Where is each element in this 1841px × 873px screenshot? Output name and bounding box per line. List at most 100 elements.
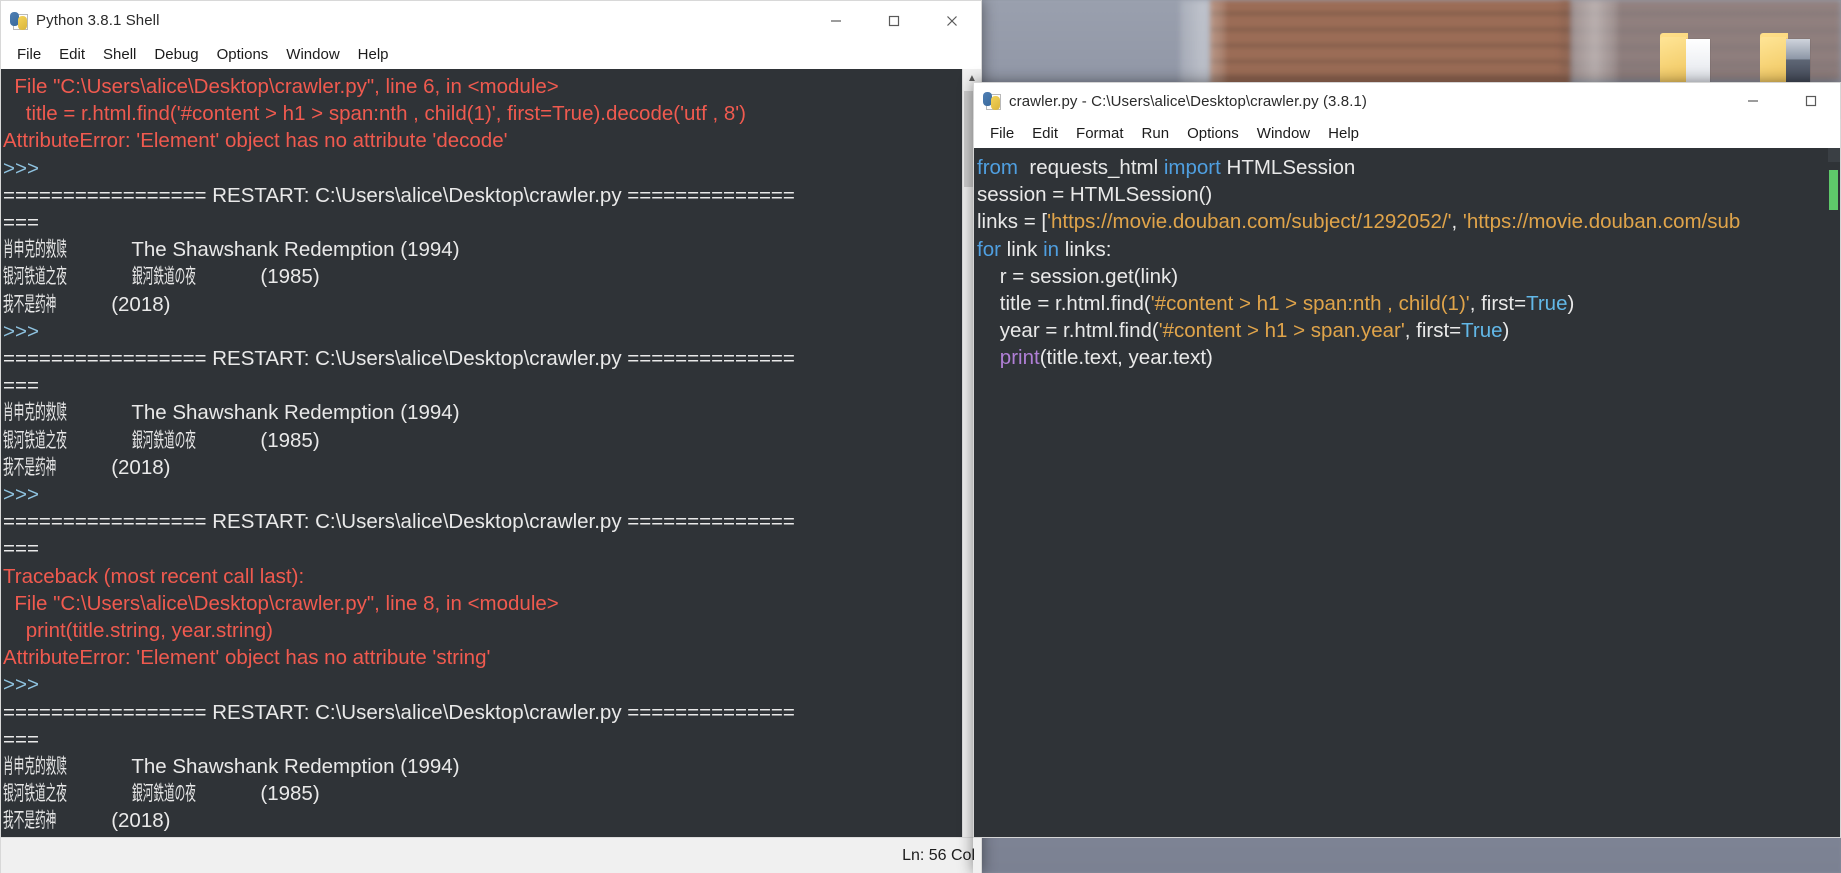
code-token: links: <box>1059 237 1112 261</box>
console-line: 银河铁道之夜 銀河鉄道の夜 (1985) <box>3 263 963 290</box>
shell-menu-edit[interactable]: Edit <box>50 43 94 66</box>
code-token: session = HTMLSession() <box>977 183 1213 207</box>
console-line: print(title.string, year.string) <box>3 619 274 643</box>
editor-menu-edit[interactable]: Edit <box>1023 122 1067 145</box>
code-line: year = r.html.find('#content > h1 > span… <box>977 317 1828 344</box>
brick-wall <box>1210 0 1570 92</box>
cjk-title: 肖申克的救赎 <box>3 237 67 262</box>
code-token: 'https://movie.douban.com/subject/129205… <box>1047 210 1452 234</box>
shell-title: Python 3.8.1 Shell <box>36 12 160 29</box>
console-line: === <box>3 537 39 561</box>
maximize-button[interactable] <box>865 1 923 40</box>
cjk-title-alt: 銀河鉄道の夜 <box>131 427 196 452</box>
latin-title: (2018) <box>105 292 171 316</box>
shell-menu-window[interactable]: Window <box>277 43 348 66</box>
maximize-button[interactable] <box>1782 83 1840 119</box>
cjk-title: 银河铁道之夜 <box>3 781 67 806</box>
console-line: title = r.html.find('#content > h1 > spa… <box>3 102 747 126</box>
code-token: links = [ <box>977 210 1048 234</box>
cjk-title: 银河铁道之夜 <box>3 427 67 452</box>
shell-menu-debug[interactable]: Debug <box>145 43 207 66</box>
latin-title: The Shawshank Redemption (1994) <box>126 401 460 425</box>
editor-source-text: from requests_html import HTMLSession ses… <box>974 148 1828 837</box>
minimize-button[interactable] <box>807 1 865 40</box>
editor-menu-format[interactable]: Format <box>1067 122 1133 145</box>
code-token: title = r.html.find( <box>977 292 1151 316</box>
folder-photo-preview <box>1782 39 1810 87</box>
code-line: print(title.text, year.text) <box>977 344 1828 371</box>
console-line: >>> <box>3 483 45 507</box>
editor-menu-help[interactable]: Help <box>1319 122 1368 145</box>
console-line: 肖申克的救赎 The Shawshank Redemption (1994) <box>3 236 963 263</box>
scroll-up-arrow[interactable] <box>1828 148 1840 162</box>
cjk-title: 我不是药神 <box>3 454 57 479</box>
editor-menu-options[interactable]: Options <box>1178 122 1248 145</box>
editor-menu-window[interactable]: Window <box>1248 122 1319 145</box>
cjk-title: 肖申克的救赎 <box>3 400 67 425</box>
code-token: import <box>1163 156 1221 179</box>
console-line: File "C:\Users\alice\Desktop\crawler.py"… <box>3 75 559 98</box>
console-line: >>> <box>3 319 45 343</box>
editor-window-controls <box>1724 83 1840 119</box>
latin-title: (1985) <box>254 428 320 452</box>
console-line: === <box>3 374 39 398</box>
folder-front <box>1660 37 1686 88</box>
screen: Python 3.8.1 Shell File Edit Shell Debug Opt… <box>0 0 1841 873</box>
editor-title: crawler.py - C:\Users\alice\Desktop\craw… <box>1009 92 1368 110</box>
close-button[interactable] <box>923 1 981 40</box>
console-line: AttributeError: 'Element' object has no … <box>3 646 491 670</box>
editor-code-area[interactable]: from requests_html import HTMLSession ses… <box>973 148 1841 838</box>
shell-menu-options[interactable]: Options <box>208 43 278 66</box>
shell-menu-help[interactable]: Help <box>349 43 398 66</box>
console-line: AttributeError: 'Element' object has no … <box>3 129 508 153</box>
desktop-folder-icon-2[interactable] <box>1760 30 1822 92</box>
latin-title: The Shawshank Redemption (1994) <box>126 755 460 779</box>
code-line: session = HTMLSession() <box>977 181 1828 208</box>
code-token: '#content > h1 > span:nth , child(1)' <box>1150 292 1470 316</box>
shell-output-text: File "C:\Users\alice\Desktop\crawler.py"… <box>1 69 963 837</box>
code-token: ) <box>1502 319 1510 343</box>
code-line: r = session.get(link) <box>977 263 1828 290</box>
shell-window-controls <box>807 1 981 40</box>
minimize-button[interactable] <box>1724 83 1782 119</box>
code-token: for <box>977 237 1001 261</box>
editor-vertical-scrollbar[interactable] <box>1828 148 1840 837</box>
python-idle-icon <box>10 11 28 30</box>
cjk-title-alt: 銀河鉄道の夜 <box>131 781 196 806</box>
console-line: 我不是药神 (2018) <box>3 454 963 481</box>
code-token: ) <box>1567 292 1575 316</box>
code-token: from <box>977 156 1024 179</box>
console-line: >>> <box>3 156 45 180</box>
latin-title: (2018) <box>105 809 171 833</box>
editor-menu-run[interactable]: Run <box>1133 122 1179 145</box>
console-line: === <box>3 727 39 751</box>
shell-titlebar[interactable]: Python 3.8.1 Shell <box>0 0 982 40</box>
console-line: Traceback (most recent call last): <box>3 564 305 588</box>
folder-front <box>1760 37 1786 88</box>
python-shell-window: Python 3.8.1 Shell File Edit Shell Debug Opt… <box>0 0 982 873</box>
folder-pages <box>1682 39 1710 87</box>
shell-console[interactable]: File "C:\Users\alice\Desktop\crawler.py"… <box>0 69 982 873</box>
shell-menu-shell[interactable]: Shell <box>94 43 145 66</box>
console-line: File "C:\Users\alice\Desktop\crawler.py"… <box>3 591 559 615</box>
scrollbar-thumb[interactable] <box>1829 170 1838 210</box>
code-token: , first= <box>1469 292 1527 316</box>
editor-menu-file[interactable]: File <box>981 122 1023 145</box>
shell-statusbar: Ln: 56 Col <box>1 837 981 873</box>
code-line: from requests_html import HTMLSession <box>977 154 1828 181</box>
code-token: HTMLSession <box>1220 156 1356 179</box>
console-line: === <box>3 211 39 235</box>
code-token: year = r.html.find( <box>977 319 1159 343</box>
cursor-position-status: Ln: 56 Col <box>902 846 975 864</box>
cjk-title: 我不是药神 <box>3 291 57 316</box>
desktop-folder-icon-1[interactable] <box>1660 30 1722 92</box>
code-token: r = session.get(link) <box>977 264 1179 288</box>
shell-menu-file[interactable]: File <box>8 43 50 66</box>
latin-title: The Shawshank Redemption (1994) <box>126 238 460 262</box>
code-line: title = r.html.find('#content > h1 > spa… <box>977 290 1828 317</box>
editor-titlebar[interactable]: crawler.py - C:\Users\alice\Desktop\craw… <box>973 82 1841 119</box>
